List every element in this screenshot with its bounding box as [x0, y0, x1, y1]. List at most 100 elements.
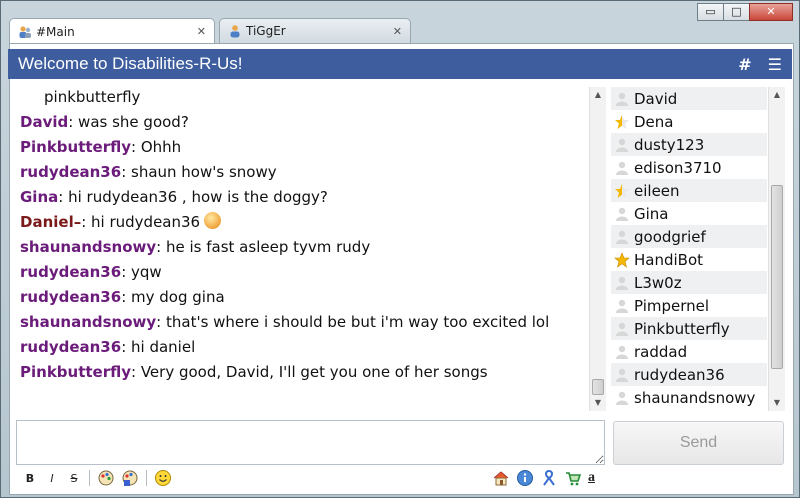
menu-icon[interactable]: ☰: [768, 55, 782, 74]
maximize-button[interactable]: □: [723, 3, 750, 21]
half-star-icon: [615, 114, 629, 129]
scroll-up-arrow[interactable]: ▲: [590, 87, 606, 103]
message-text: : shaun how's snowy: [121, 163, 277, 181]
user-list-item[interactable]: rudydean36: [611, 363, 767, 386]
user-list-item[interactable]: eileen: [611, 179, 767, 202]
smiley-icon[interactable]: [154, 469, 172, 487]
amazon-icon[interactable]: a: [588, 470, 595, 486]
window-controls: ▭ □ ✕: [697, 3, 793, 21]
chat-message: rudydean36: yqw: [17, 260, 587, 285]
tab-close-icon[interactable]: ✕: [197, 25, 206, 38]
message-nick[interactable]: rudydean36: [20, 163, 121, 181]
tab-main[interactable]: #Main ✕: [9, 18, 215, 44]
user-icon: [616, 138, 628, 152]
chat-scrollbar[interactable]: ▲ ▼: [589, 87, 606, 411]
tab-close-icon[interactable]: ✕: [393, 25, 402, 38]
user-list-item[interactable]: Gina: [611, 202, 767, 225]
strikethrough-button[interactable]: S: [63, 472, 85, 485]
user-name: L3w0z: [634, 273, 682, 292]
message-text: : he is fast asleep tyvm rudy: [156, 238, 371, 256]
users-icon: [19, 25, 31, 38]
user-icon: [616, 391, 628, 405]
tab-label: #Main: [36, 24, 75, 39]
scroll-up-arrow[interactable]: ▲: [769, 87, 785, 103]
user-list-item[interactable]: raddad: [611, 340, 767, 363]
user-name: Dena: [634, 112, 674, 131]
user-name: rudydean36: [634, 365, 725, 384]
message-nick[interactable]: rudydean36: [20, 288, 121, 306]
format-toolbar: B I S: [19, 468, 175, 488]
message-nick[interactable]: David: [20, 113, 68, 131]
user-list-item[interactable]: shaunandsnowy: [611, 386, 767, 409]
bold-button[interactable]: B: [19, 472, 41, 485]
user-icon: [616, 92, 628, 106]
user-icon: [616, 230, 628, 244]
message-nick[interactable]: rudydean36: [20, 338, 121, 356]
user-list-item[interactable]: Dena: [611, 110, 767, 133]
chat-message: shaunandsnowy: that's where i should be …: [17, 310, 587, 335]
user-list-item[interactable]: HandiBot: [611, 248, 767, 271]
user-list-item[interactable]: Pimpernel: [611, 294, 767, 317]
hash-icon[interactable]: #: [738, 55, 751, 74]
user-list-item[interactable]: dusty123: [611, 133, 767, 156]
background-color-icon[interactable]: [121, 469, 139, 487]
user-list-item[interactable]: Pinkbutterfly: [611, 317, 767, 340]
user-name: raddad: [634, 342, 688, 361]
message-nick[interactable]: Gina: [20, 188, 58, 206]
user-name: shaunandsnowy: [634, 388, 756, 407]
awareness-ribbon-icon[interactable]: [540, 469, 558, 487]
message-nick[interactable]: rudydean36: [20, 263, 121, 281]
user-name: Gina: [634, 204, 669, 223]
scroll-thumb[interactable]: [592, 379, 604, 395]
chat-message: pinkbutterfly: [17, 85, 587, 110]
chat-message: shaunandsnowy: he is fast asleep tyvm ru…: [17, 235, 587, 260]
user-name: eileen: [634, 181, 680, 200]
close-button[interactable]: ✕: [749, 3, 793, 21]
star-icon: [614, 251, 630, 268]
message-nick[interactable]: shaunandsnowy: [20, 313, 156, 331]
chat-message: rudydean36: shaun how's snowy: [17, 160, 587, 185]
channel-title: Welcome to Disabilities-R-Us!: [18, 54, 243, 73]
user-icon: [616, 299, 628, 313]
italic-button[interactable]: I: [41, 472, 63, 485]
user-list-item[interactable]: goodgrief: [611, 225, 767, 248]
user-icon: [230, 25, 240, 38]
user-name: dusty123: [634, 135, 705, 154]
half-star-icon: [615, 183, 629, 198]
user-icon: [616, 276, 628, 290]
scroll-down-arrow[interactable]: ▼: [769, 395, 785, 411]
message-input[interactable]: [16, 420, 605, 465]
scroll-down-arrow[interactable]: ▼: [590, 395, 606, 411]
user-name: Pinkbutterfly: [634, 319, 730, 338]
user-name: edison3710: [634, 158, 722, 177]
minimize-button[interactable]: ▭: [697, 3, 724, 21]
send-button[interactable]: Send: [613, 421, 784, 465]
info-icon[interactable]: [516, 469, 534, 487]
chat-message: David: was she good?: [17, 110, 587, 135]
message-nick[interactable]: Daniel–: [20, 213, 81, 231]
chat-message: rudydean36: hi daniel: [17, 335, 587, 360]
tab-bar: #Main ✕ TiGgEr ✕: [9, 18, 415, 44]
user-list-item[interactable]: L3w0z: [611, 271, 767, 294]
message-nick[interactable]: Pinkbutterfly: [20, 363, 131, 381]
user-icon: [616, 368, 628, 382]
user-icon: [616, 207, 628, 221]
message-text: : hi rudydean36: [81, 213, 201, 231]
message-nick[interactable]: Pinkbutterfly: [20, 138, 131, 156]
user-name: HandiBot: [634, 250, 704, 269]
home-icon[interactable]: [492, 469, 510, 487]
chat-message: rudydean36: my dog gina: [17, 285, 587, 310]
tab-tigger[interactable]: TiGgEr ✕: [219, 18, 411, 43]
user-name: David: [634, 89, 678, 108]
user-list-item[interactable]: edison3710: [611, 156, 767, 179]
message-text: : hi rudydean36 , how is the doggy?: [58, 188, 328, 206]
message-nick[interactable]: shaunandsnowy: [20, 238, 156, 256]
user-icon: [616, 345, 628, 359]
user-list-scrollbar[interactable]: ▲ ▼: [768, 87, 785, 411]
message-text: : was she good?: [68, 113, 189, 131]
shopping-cart-icon[interactable]: [564, 469, 582, 487]
scroll-thumb[interactable]: [771, 185, 783, 369]
user-name: goodgrief: [634, 227, 706, 246]
user-list-item[interactable]: David: [611, 87, 767, 110]
text-color-icon[interactable]: [97, 469, 115, 487]
